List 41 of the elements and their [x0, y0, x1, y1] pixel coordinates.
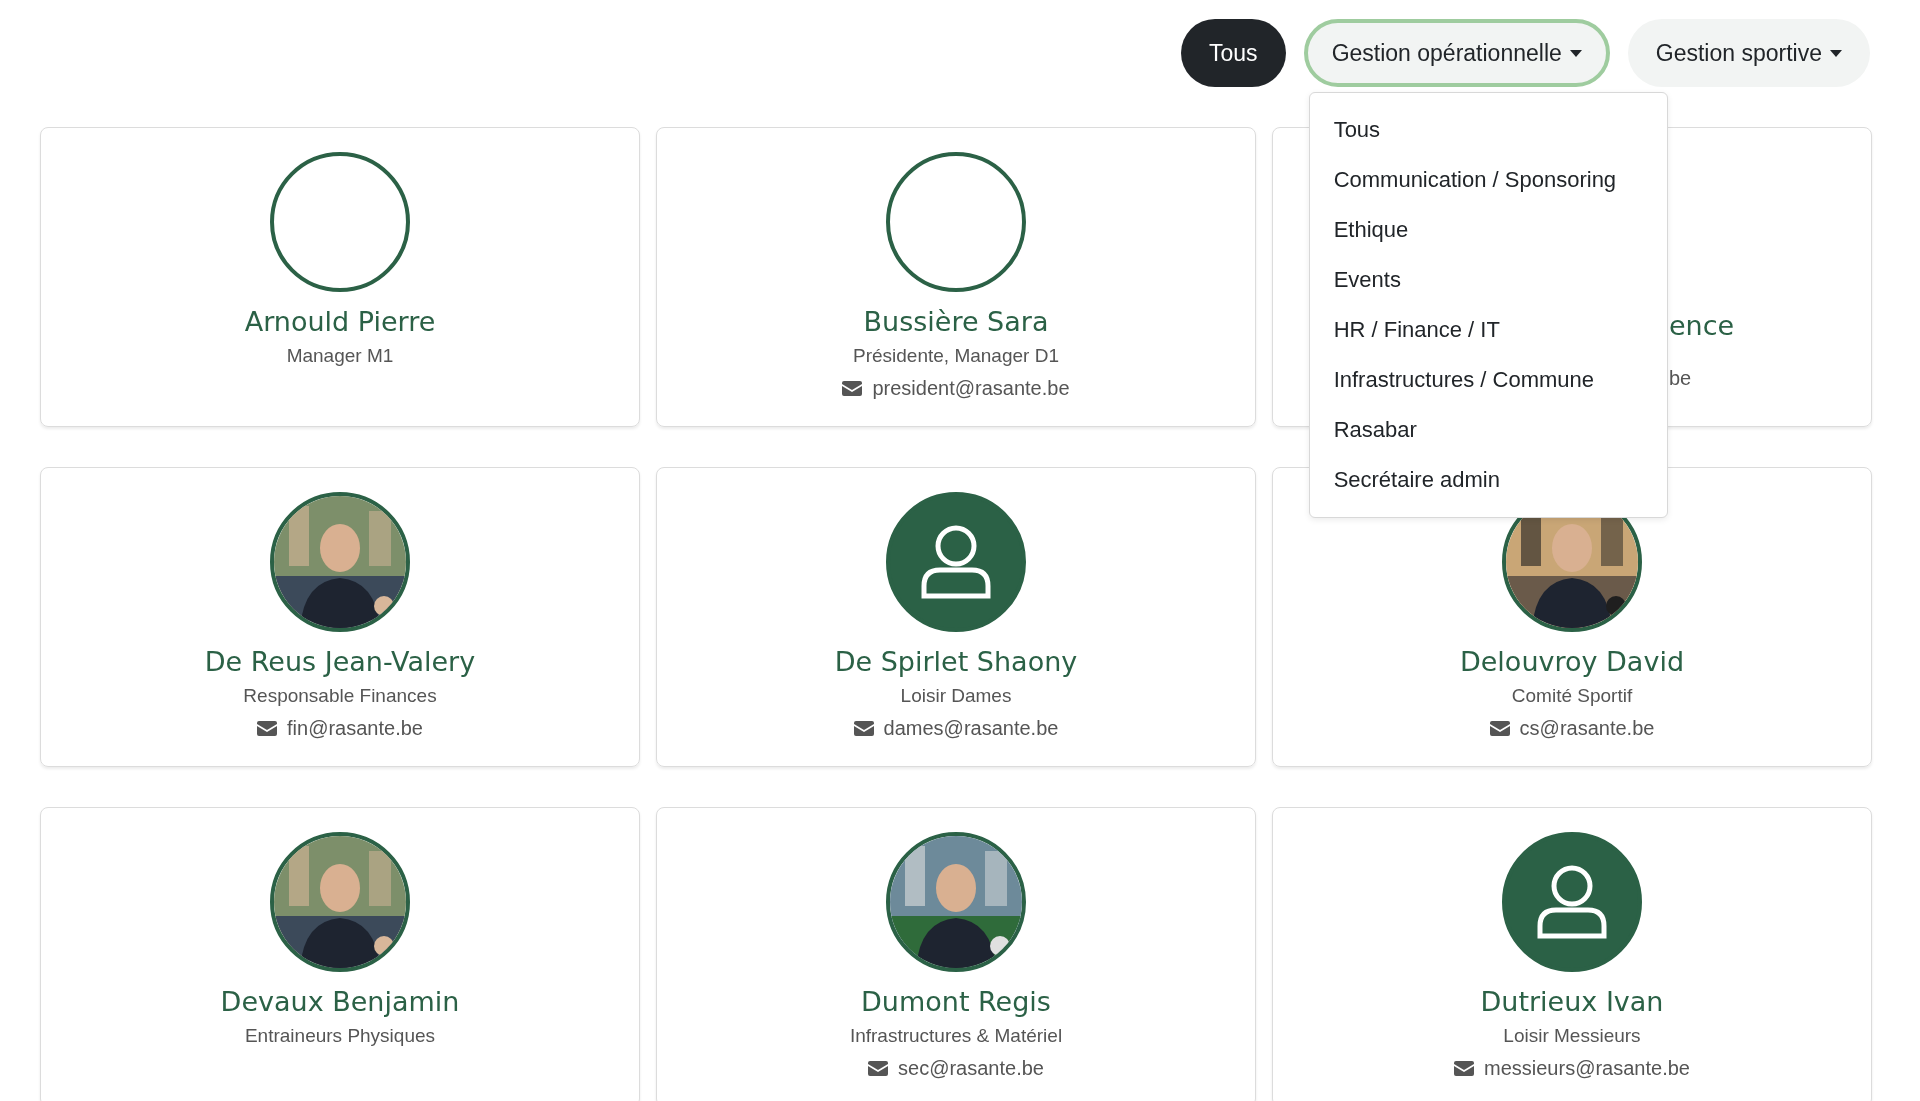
- member-role: Comité Sportif: [1511, 685, 1633, 707]
- member-name: De Spirlet Shaony: [834, 646, 1078, 677]
- envelope-icon: [1489, 721, 1510, 736]
- member-role: Entraineurs Physiques: [244, 1025, 436, 1047]
- member-name: ence: [1669, 310, 1735, 341]
- menu-item[interactable]: Infrastructures / Commune: [1309, 355, 1667, 405]
- envelope-icon: [257, 721, 278, 736]
- member-role: Loisir Messieurs: [1503, 1025, 1641, 1047]
- member-role: Responsable Finances: [243, 685, 437, 707]
- envelope-icon: [842, 381, 863, 396]
- menu-item[interactable]: Communication / Sponsoring: [1309, 155, 1667, 205]
- member-role: Infrastructures & Matériel: [849, 1025, 1063, 1047]
- member-name: Dutrieux Ivan: [1480, 986, 1664, 1017]
- member-role: Présidente, Manager D1: [853, 345, 1059, 367]
- email-link[interactable]: dames@rasante.be: [883, 717, 1059, 740]
- email-link[interactable]: messieurs@rasante.be: [1484, 1057, 1690, 1080]
- email-link[interactable]: fin@rasante.be: [287, 717, 423, 740]
- email-link[interactable]: sec@rasante.be: [898, 1057, 1044, 1080]
- member-name: Delouvroy David: [1459, 646, 1685, 677]
- member-name: Arnould Pierre: [244, 306, 436, 337]
- menu-item[interactable]: Secrétaire admin: [1309, 455, 1667, 505]
- member-name: Devaux Benjamin: [220, 986, 460, 1017]
- member-name: Dumont Regis: [861, 986, 1051, 1017]
- filter-button[interactable]: Gestion sportive: [1627, 19, 1870, 87]
- menu-item[interactable]: Tous: [1309, 105, 1667, 155]
- email-link[interactable]: president@rasante.be: [872, 377, 1070, 400]
- menu-item[interactable]: Ethique: [1309, 205, 1667, 255]
- envelope-icon: [868, 1061, 889, 1076]
- member-name: Bussière Sara: [863, 306, 1049, 337]
- member-name: De Reus Jean-Valery: [204, 646, 476, 677]
- envelope-icon: [853, 721, 874, 736]
- envelope-icon: [1454, 1061, 1474, 1076]
- member-role: Loisir Dames: [900, 685, 1012, 707]
- filter-button[interactable]: Gestion opérationnelle: [1303, 19, 1610, 87]
- menu-item[interactable]: Events: [1309, 255, 1667, 305]
- menu-item[interactable]: Rasabar: [1309, 405, 1667, 455]
- member-role: Manager M1: [286, 345, 394, 367]
- filter-button[interactable]: Tous: [1181, 19, 1286, 87]
- email-link[interactable]: cs@rasante.be: [1519, 717, 1655, 740]
- menu-item[interactable]: HR / Finance / IT: [1309, 305, 1667, 355]
- member-email: be: [1669, 367, 1692, 390]
